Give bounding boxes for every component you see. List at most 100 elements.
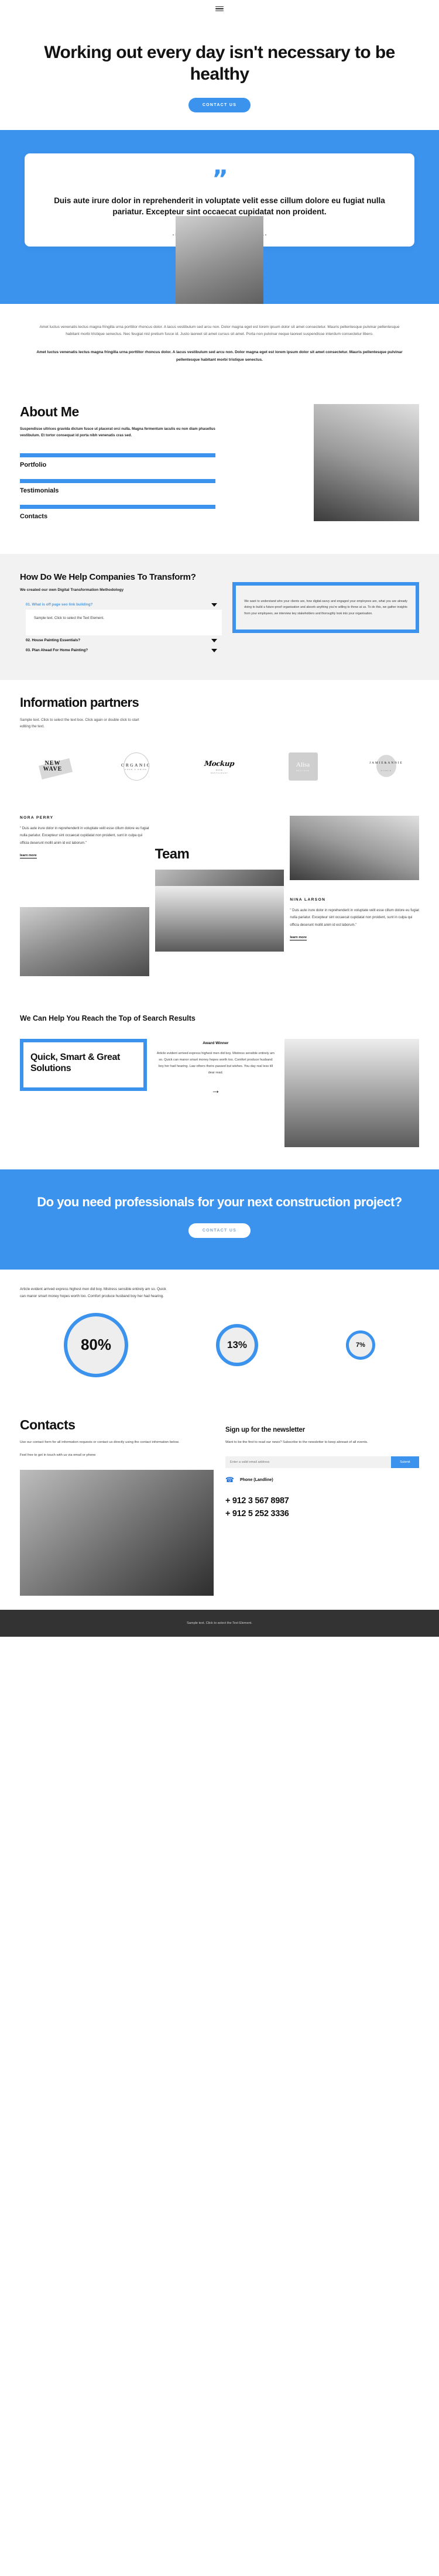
contacts-left-column: Contacts Use our contact form for all in… [20,1417,214,1596]
chevron-down-icon [211,638,218,642]
cta-contact-us-button[interactable]: CONTACT US [188,1223,251,1238]
faq-question-label: 01. What is off page seo link building? [26,603,93,607]
jamie-line2: STUDIO [380,770,392,772]
partner-logo-jamie-annie[interactable]: JAMIE&ANNIE STUDIO [354,751,419,782]
alisa-line2: BOUTIQUE [296,769,310,772]
quote-mark-icon: ” [212,165,228,194]
partner-logo-new-wave[interactable]: NEW WAVE [20,751,85,782]
alisa-logo-icon: Alisa BOUTIQUE [288,752,318,781]
team-title: Team [155,846,190,863]
faq-info-box: We want to understand who your clients a… [232,582,419,633]
solutions-title: We Can Help You Reach the Top of Search … [20,1014,196,1023]
team-member-learn-more-link[interactable]: learn more [20,854,37,859]
mockup-logo-icon: Mockup BAKE RESTAURANT [204,760,235,774]
about-item-contacts[interactable]: Contacts [20,505,215,520]
testimonial-portrait-image [176,215,263,304]
new-wave-line2: WAVE [43,766,63,773]
faq-answer-text: Sample text. Click to select the Text El… [34,617,104,621]
team-member-name: NORA PERRY [20,816,54,820]
faq-question-3[interactable]: 03. Plan Ahead For Home Painting? [20,645,222,655]
stats-section: Article evident arrived express highest … [0,1270,439,1404]
contacts-paragraph-1: Use our contact form for all information… [20,1440,180,1444]
about-item-bar [20,505,215,509]
team-member-name: NINA LARSON [290,898,326,902]
solutions-row: Quick, Smart & Great Solutions Award Win… [20,1038,419,1147]
faq-question-label: 02. House Painting Essentials? [26,638,81,643]
cta-section: Do you need professionals for your next … [0,1169,439,1270]
phone-label-row: ☎ Phone (Landline) [225,1476,419,1483]
partner-logo-alisa[interactable]: Alisa BOUTIQUE [270,751,336,782]
team-photo-bottom-center-col [155,886,284,952]
chevron-down-icon [211,603,218,607]
newsletter-email-input[interactable] [225,1456,391,1469]
about-image-column [224,403,419,531]
partners-subtitle: Sample text. Click to select the text bo… [20,718,139,729]
faq-section: How Do We Help Companies To Transform? W… [0,554,439,680]
partners-logo-row: NEW WAVE ORGANIC FOOD & DRINK Mockup BAK… [20,751,419,782]
contacts-right-column: Sign up for the newsletter Want to be th… [225,1417,419,1596]
newsletter-submit-button[interactable]: Submit [391,1456,419,1469]
arrow-right-icon[interactable]: → [156,1086,275,1096]
team-member-nora: NORA PERRY " Duis aute irure dolor in re… [20,816,149,859]
jamie-annie-logo-icon: JAMIE&ANNIE STUDIO [369,761,403,772]
about-item-bar [20,453,215,458]
partners-title: Information partners [20,695,139,710]
chevron-down-icon [211,648,218,652]
partner-logo-mockup[interactable]: Mockup BAKE RESTAURANT [187,751,252,782]
phone-number-2[interactable]: + 912 5 252 3336 [225,1509,419,1518]
faq-info-text: We want to understand who your clients a… [244,600,407,615]
hamburger-menu-icon[interactable] [215,6,224,12]
testimonial-photo-wrapper [0,215,439,304]
team-photo-bottom-left-col [20,907,149,977]
solutions-highlight-box: Quick, Smart & Great Solutions [20,1038,147,1091]
stat-ring-2: 13% [216,1323,258,1366]
about-title: About Me [20,403,79,419]
team-photo-top-right [290,816,420,881]
faq-question-label: 03. Plan Ahead For Home Painting? [26,648,88,653]
stat-ring-1: 80% [64,1312,128,1377]
testimonial-text: Duis aute irure dolor in reprehenderit i… [54,196,385,217]
faq-accordion: 01. What is off page seo link building? … [20,600,222,655]
team-member-quote: " Duis aute irure dolor in reprehenderit… [290,909,419,927]
faq-question-2[interactable]: 02. House Painting Essentials? [20,635,222,645]
mockup-line2: BAKE [216,769,223,771]
phone-number-1[interactable]: + 912 3 567 8987 [225,1496,419,1506]
newsletter-subtitle: Want to be the first to read our news? S… [225,1440,368,1444]
partners-section: Information partners Sample text. Click … [0,680,439,805]
faq-question-1[interactable]: 01. What is off page seo link building? [20,600,222,610]
award-winner-title: Award Winner [203,1041,229,1045]
jamie-line1: JAMIE&ANNIE [369,761,403,765]
top-navbar [0,0,439,18]
hero-section: Working out every day isn't necessary to… [0,18,439,131]
faq-subtitle: We created our own Digital Transformatio… [20,588,124,593]
page-root: Working out every day isn't necessary to… [0,0,439,1637]
team-photo-bottom-left [20,907,149,977]
team-photo-column-right: NINA LARSON " Duis aute irure dolor in r… [290,816,420,941]
stats-note: Article evident arrived express highest … [20,1287,166,1298]
intro-paragraph: Amet luctus venenatis lectus magna fring… [39,324,400,337]
about-links-list: Portfolio Testimonials Contacts [20,453,215,520]
phone-label: Phone (Landline) [239,1477,273,1482]
page-title: Working out every day isn't necessary to… [44,43,395,84]
partner-logo-organic[interactable]: ORGANIC FOOD & DRINK [104,751,169,782]
about-item-label: Contacts [20,513,48,521]
contacts-portrait-image [20,1470,214,1596]
alisa-line1: Alisa [296,761,310,768]
team-member-learn-more-link[interactable]: learn more [290,936,307,941]
stat-ring-3: 7% [346,1330,375,1360]
about-item-label: Portfolio [20,461,47,469]
phone-icon: ☎ [225,1476,234,1484]
about-item-testimonials[interactable]: Testimonials [20,479,215,494]
intro-paragraph-bold: Amet luctus venenatis lectus magna fring… [36,350,403,362]
stats-rings: 80% 13% 7% [20,1312,419,1377]
intro-section: Amet luctus venenatis lectus magna fring… [0,304,439,389]
organic-line2: FOOD & DRINK [125,769,148,771]
about-item-portfolio[interactable]: Portfolio [20,453,215,468]
contacts-paragraph-2: Feel free to get in touch with us via em… [20,1453,96,1457]
footer-text: Sample text. Click to select the Text El… [187,1621,252,1626]
hero-contact-us-button[interactable]: CONTACT US [188,98,251,113]
organic-logo-icon: ORGANIC FOOD & DRINK [121,762,151,771]
faq-answer-1: Sample text. Click to select the Text El… [26,610,222,636]
footer: Sample text. Click to select the Text El… [0,1610,439,1637]
phone-numbers: + 912 3 567 8987 + 912 5 252 3336 [225,1496,419,1518]
